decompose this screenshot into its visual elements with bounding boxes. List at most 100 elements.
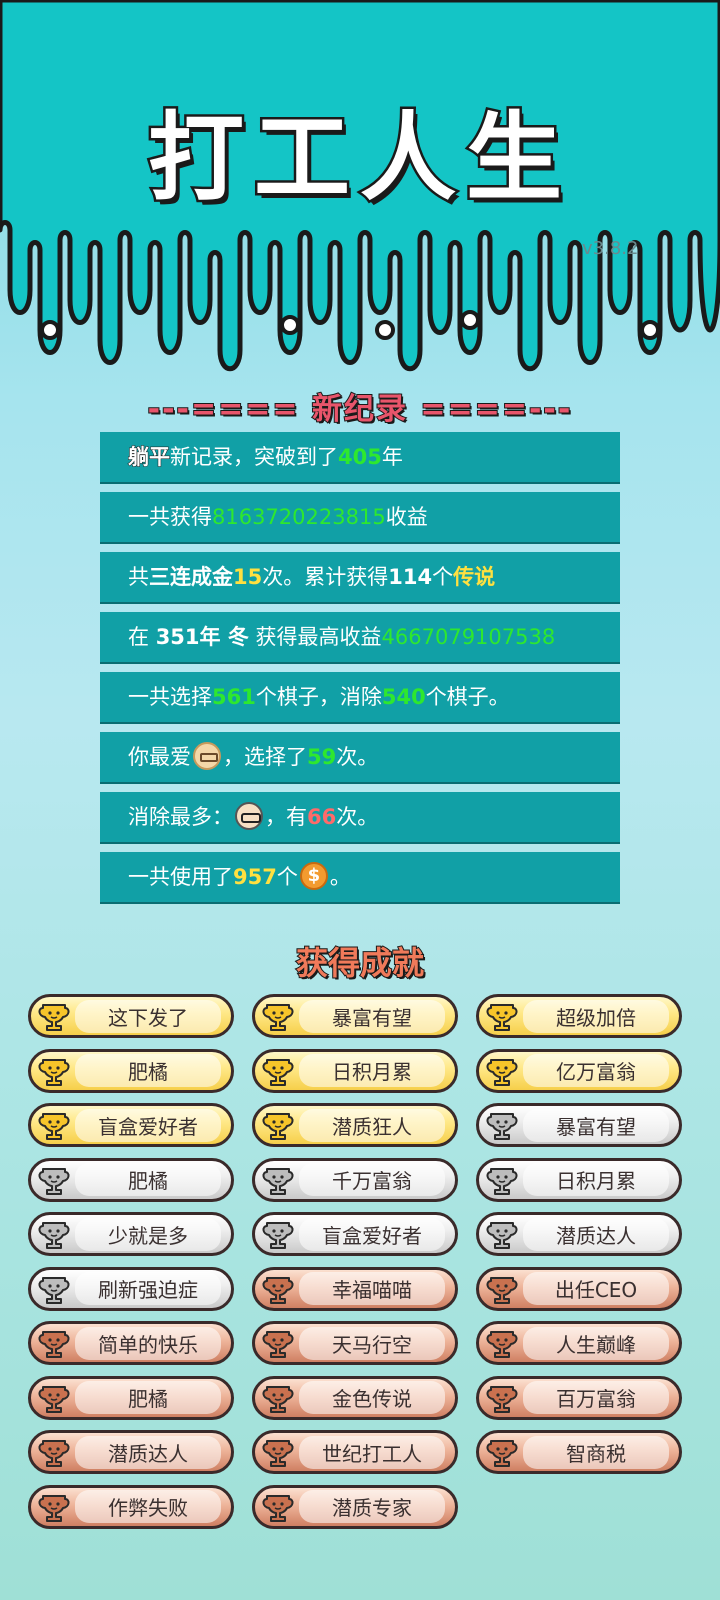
trophy-icon <box>486 1222 518 1249</box>
achievement-badge[interactable]: 金色传说 <box>252 1375 458 1420</box>
achievement-label: 出任CEO <box>523 1272 669 1305</box>
achievement-label: 潜质专家 <box>299 1490 445 1523</box>
achievement-badge[interactable]: 日积月累 <box>252 1048 458 1093</box>
achievement-badge[interactable]: 亿万富翁 <box>476 1048 682 1093</box>
achievement-label: 人生巅峰 <box>523 1326 669 1360</box>
record-row-pieces: 一共选择561个棋子，消除540个棋子。 <box>100 672 620 722</box>
achievement-badge[interactable]: 世纪打工人 <box>252 1430 458 1474</box>
old-man-face-icon <box>193 742 221 770</box>
achievement-badge[interactable]: 潜质专家 <box>252 1484 458 1529</box>
achievement-badge[interactable]: 出任CEO <box>476 1266 682 1311</box>
version-label: v3.8.2 <box>582 238 639 259</box>
record-value: 957 <box>233 865 277 889</box>
achievement-badge[interactable]: 潜质狂人 <box>252 1103 458 1147</box>
achievement-label: 盲盒爱好者 <box>75 1108 221 1142</box>
achievement-badge[interactable]: 千万富翁 <box>252 1157 458 1202</box>
achievement-badge[interactable]: 潜质达人 <box>28 1430 234 1474</box>
record-text: 共 <box>128 565 149 589</box>
trophy-icon <box>486 1385 518 1413</box>
achievement-label: 肥橘 <box>75 1163 221 1196</box>
record-text: 在 <box>128 625 149 649</box>
achievement-badge[interactable]: 少就是多 <box>28 1212 234 1256</box>
trophy-icon <box>486 1276 518 1304</box>
trophy-icon <box>38 1222 70 1249</box>
record-highlight: 躺平 <box>128 445 171 470</box>
record-text: 次。 <box>336 805 379 829</box>
record-text: ，有 <box>265 805 307 829</box>
trophy-icon <box>38 1276 70 1304</box>
record-text: 年 <box>381 445 403 469</box>
trophy-icon <box>262 1004 294 1031</box>
record-value: 561 <box>212 685 256 709</box>
record-text: 。 <box>329 865 351 889</box>
achievement-badge[interactable]: 盲盒爱好者 <box>252 1212 458 1256</box>
achievement-badge[interactable]: 肥橘 <box>28 1048 234 1093</box>
achievement-badge[interactable]: 暴富有望 <box>252 994 458 1038</box>
record-row-triple-gold: 共三连成金15次。累计获得114个传说 <box>100 552 620 602</box>
record-value: 8163720223815 <box>212 505 386 529</box>
achievement-label: 潜质狂人 <box>299 1108 445 1142</box>
achievement-badge[interactable]: 超级加倍 <box>476 994 682 1038</box>
achievement-badge[interactable]: 幸福喵喵 <box>252 1266 458 1311</box>
achievement-label: 百万富翁 <box>523 1381 669 1414</box>
trophy-icon <box>38 1494 70 1522</box>
record-value: 59 <box>307 745 337 769</box>
record-text: ，选择了 <box>223 745 307 769</box>
record-highlight: 三连成金 <box>149 565 233 589</box>
achievement-badge[interactable]: 暴富有望 <box>476 1103 682 1147</box>
achievement-badge[interactable]: 百万富翁 <box>476 1375 682 1420</box>
trophy-icon <box>262 1494 294 1522</box>
achievement-label: 少就是多 <box>75 1217 221 1251</box>
achievement-label: 暴富有望 <box>523 1108 669 1142</box>
achievement-badge[interactable]: 肥橘 <box>28 1375 234 1420</box>
record-row-total-income: 一共获得8163720223815收益 <box>100 492 620 542</box>
record-text: 你最爱 <box>128 745 191 769</box>
trophy-icon <box>38 1004 70 1031</box>
achievement-badge[interactable]: 这下发了 <box>28 994 234 1038</box>
trophy-icon <box>262 1385 294 1413</box>
record-value: 540 <box>381 685 426 709</box>
achievement-label: 肥橘 <box>75 1381 221 1414</box>
record-text: 新记录，突破到了 <box>170 445 338 469</box>
coin-icon: $ <box>299 862 328 890</box>
record-text: 一共选择 <box>128 685 212 709</box>
achievement-label: 盲盒爱好者 <box>299 1217 445 1251</box>
achievement-badge[interactable]: 人生巅峰 <box>476 1321 682 1365</box>
record-text: 一共使用了 <box>128 865 233 889</box>
record-text: 获得最高收益 <box>255 625 382 649</box>
record-value: 4667079107538 <box>381 625 556 649</box>
achievement-badge[interactable]: 刷新强迫症 <box>28 1266 234 1311</box>
achievement-badge[interactable]: 潜质达人 <box>476 1212 682 1256</box>
achievement-badge[interactable]: 作弊失败 <box>28 1484 234 1529</box>
record-text: 一共获得 <box>128 505 212 529</box>
record-row-lying-flat: 躺平新记录，突破到了405年 <box>100 432 620 482</box>
game-title: 打工人生 <box>146 100 572 217</box>
achievement-badge[interactable]: 日积月累 <box>476 1157 682 1202</box>
achievement-label: 日积月累 <box>299 1054 445 1087</box>
achievement-badge[interactable]: 天马行空 <box>252 1321 458 1365</box>
achievements-heading: 获得成就 <box>295 943 425 983</box>
trophy-icon <box>38 1167 70 1195</box>
record-highlight: 传说 <box>453 565 496 589</box>
record-row-max-income: 在 351年 冬 获得最高收益4667079107538 <box>100 612 620 662</box>
trophy-icon <box>262 1113 294 1140</box>
record-text: 次。累计获得 <box>262 565 389 589</box>
achievement-label: 暴富有望 <box>299 999 445 1033</box>
achievement-label: 作弊失败 <box>75 1490 221 1523</box>
record-value: 114 <box>388 565 433 589</box>
achievement-badge[interactable]: 简单的快乐 <box>28 1321 234 1365</box>
trophy-icon <box>262 1058 294 1086</box>
achievement-badge[interactable]: 肥橘 <box>28 1157 234 1202</box>
trophy-icon <box>486 1058 518 1086</box>
trophy-icon <box>38 1058 70 1086</box>
achievement-label: 天马行空 <box>299 1326 445 1360</box>
achievement-label: 超级加倍 <box>523 999 669 1033</box>
record-row-coins-used: 一共使用了957个 $。 <box>100 852 620 902</box>
record-text: 收益 <box>385 505 428 529</box>
record-text: 次。 <box>336 745 379 769</box>
achievement-badge[interactable]: 智商税 <box>476 1430 682 1474</box>
achievement-badge[interactable]: 盲盒爱好者 <box>28 1103 234 1147</box>
trophy-icon <box>38 1113 70 1140</box>
record-text: 个 <box>276 865 298 889</box>
achievement-label: 金色传说 <box>299 1381 445 1414</box>
